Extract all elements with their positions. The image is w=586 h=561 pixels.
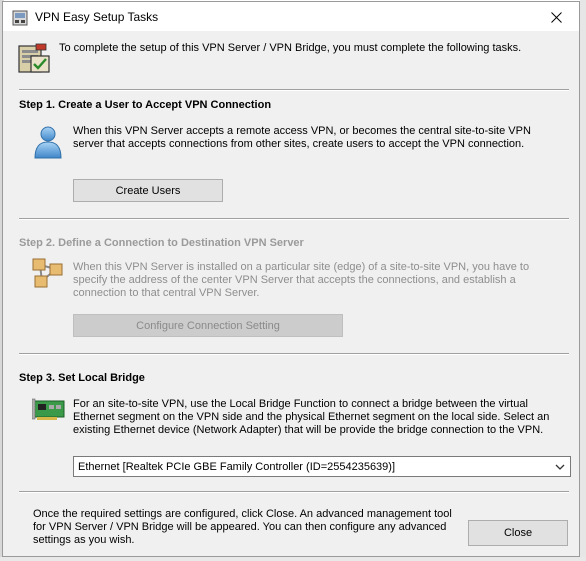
title-bar[interactable]: VPN Easy Setup Tasks [3, 2, 579, 32]
background-strip [0, 557, 586, 561]
separator-4 [19, 491, 569, 493]
step2-title: Step 2. Define a Connection to Destinati… [19, 237, 304, 249]
close-icon [550, 11, 562, 23]
create-users-button[interactable]: Create Users [73, 179, 223, 202]
background-window-edge-right [580, 0, 586, 561]
header-instructions: To complete the setup of this VPN Server… [59, 42, 522, 54]
network-card-icon [32, 398, 65, 420]
dialog-window: VPN Easy Setup Tasks To complete the set… [2, 1, 580, 557]
network-icon [32, 258, 63, 288]
separator-2 [19, 218, 569, 220]
step2-description: When this VPN Server is installed on a p… [73, 261, 530, 299]
server-tasks-icon [18, 43, 50, 73]
ethernet-adapter-select[interactable]: Ethernet [Realtek PCIe GBE Family Contro… [73, 456, 571, 477]
user-icon [34, 126, 62, 159]
window-title: VPN Easy Setup Tasks [35, 10, 159, 24]
step3-title: Step 3. Set Local Bridge [19, 372, 145, 384]
configure-connection-button[interactable]: Configure Connection Setting [73, 314, 343, 337]
vpn-app-icon [12, 10, 28, 26]
ethernet-adapter-selected-value: Ethernet [Realtek PCIe GBE Family Contro… [78, 460, 396, 473]
close-button[interactable]: Close [468, 520, 568, 546]
window-close-button[interactable] [533, 2, 579, 32]
separator-3 [19, 353, 569, 355]
footer-instructions: Once the required settings are configure… [33, 508, 452, 546]
chevron-down-icon [555, 464, 565, 470]
separator-1 [19, 89, 569, 91]
step3-description: For an site-to-site VPN, use the Local B… [73, 398, 550, 436]
step1-description: When this VPN Server accepts a remote ac… [73, 125, 531, 150]
step1-title: Step 1. Create a User to Accept VPN Conn… [19, 99, 272, 111]
